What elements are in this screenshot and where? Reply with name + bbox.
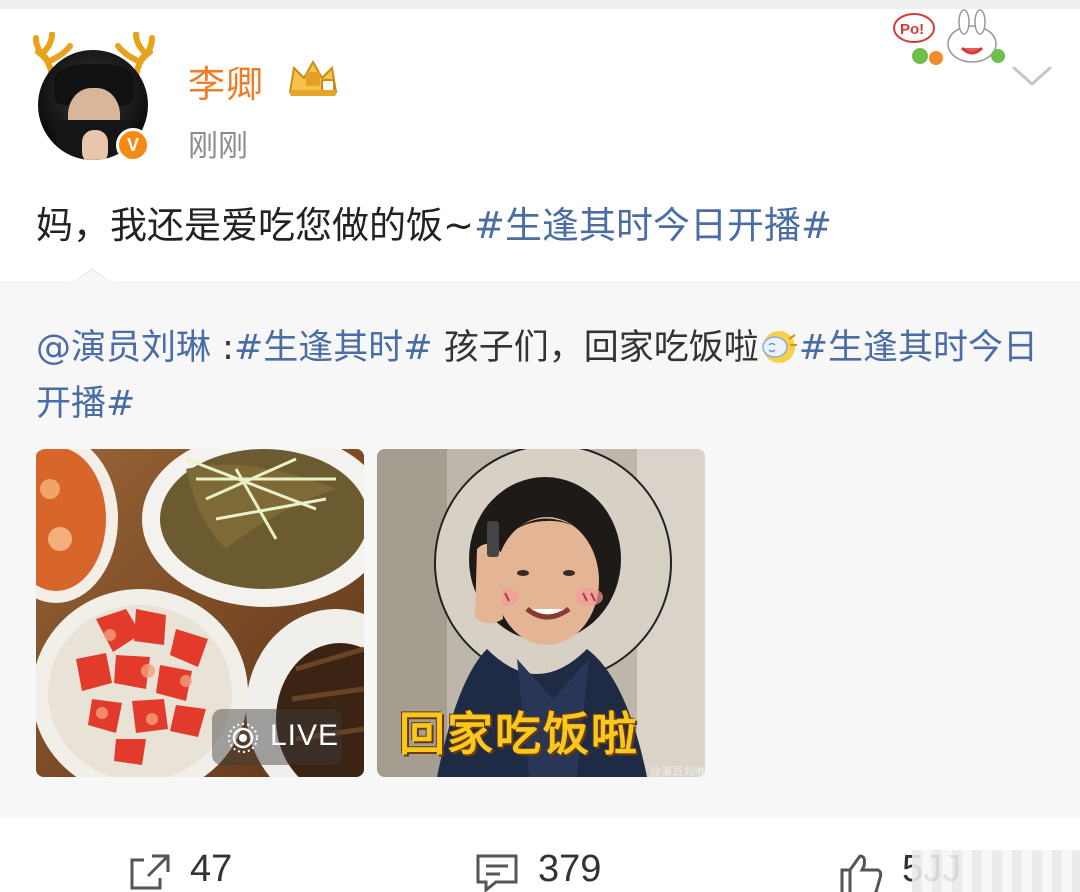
share-icon (130, 854, 170, 890)
repost-body: 孩子们，回家吃饭啦 (432, 328, 759, 368)
thumbs-up-icon (840, 854, 883, 892)
post-text: 妈，我还是爱吃您做的饭~#生逢其时今日开播# (36, 195, 832, 249)
live-icon (228, 723, 258, 753)
post-hashtag-link[interactable]: #生逢其时今日开播# (474, 204, 832, 247)
dizzy-emoji-icon (761, 331, 797, 363)
live-label: LIVE (270, 719, 340, 752)
avatar[interactable]: V (30, 32, 160, 162)
verified-v-icon: V (116, 128, 150, 162)
comment-count: 379 (538, 848, 602, 890)
repost-hashtag-link[interactable]: #生逢其时# (234, 328, 433, 368)
image-caption: 回家吃饭啦 (399, 707, 639, 761)
post-time: 刚刚 (188, 129, 248, 164)
post-body: 妈，我还是爱吃您做的饭~ (36, 204, 475, 247)
rabbit-sticker-icon: Po! (893, 9, 1005, 65)
repost-text: @演员刘琳 :#生逢其时# 孩子们，回家吃饭啦 #生逢其时今日开播# (36, 328, 1039, 424)
svg-text:Po!: Po! (900, 21, 924, 38)
author-name[interactable]: 李卿 (188, 54, 264, 108)
mention-link[interactable]: @演员刘琳 (36, 328, 211, 368)
comment-icon (476, 854, 518, 892)
share-count: 47 (190, 848, 233, 890)
chevron-down-icon[interactable] (1010, 62, 1054, 90)
live-badge[interactable]: LIVE (212, 709, 342, 765)
obscured-region (912, 850, 1080, 892)
watermark: @演员刘琳 (650, 765, 705, 778)
crown-member-icon[interactable] (286, 58, 340, 98)
